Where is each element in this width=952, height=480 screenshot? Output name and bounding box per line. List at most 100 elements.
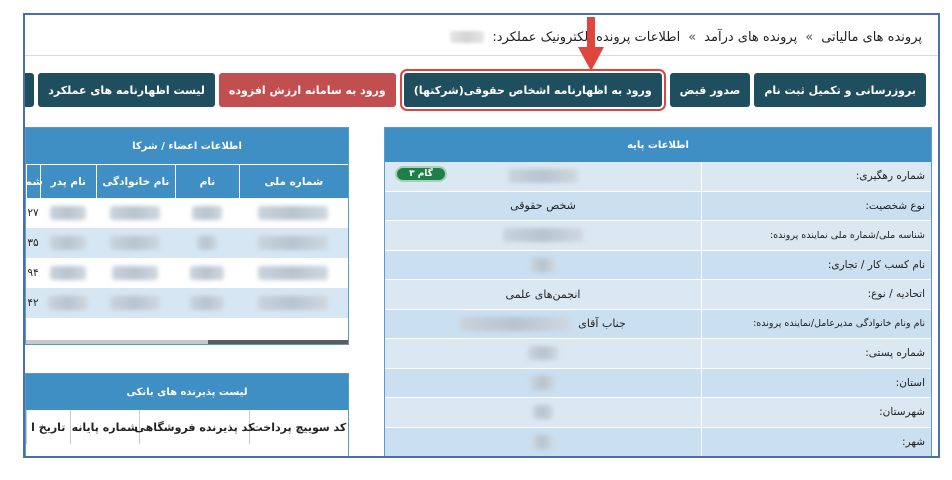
info-value: جناب آقای (385, 310, 701, 339)
cell-last-name (96, 198, 176, 228)
bank-acceptors-title: لیست پذیرنده های بانکی (26, 374, 348, 410)
table-row[interactable]: ۲۷ (26, 198, 348, 228)
redacted-value (533, 405, 553, 420)
base-info-rows: شماره رهگیری: نوع شخصیت: شخص حقوقی شناسه… (385, 162, 931, 457)
cell-father-name (40, 228, 96, 258)
redacted-value (258, 236, 329, 250)
redacted-value (49, 236, 86, 250)
cell-national-id (239, 198, 348, 228)
info-row-entity-type: نوع شخصیت: شخص حقوقی (385, 191, 931, 221)
cell-last-name (96, 228, 176, 258)
column-merchant-code[interactable]: کد پذیرنده فروشگاهی (135, 410, 254, 444)
info-row-national-id: شناسه ملی/شماره ملی نماینده پرونده: (385, 221, 931, 251)
info-row-province: استان: (385, 368, 931, 398)
performance-returns-list-button[interactable]: لیست اظهارنامه های عملکرد (38, 73, 215, 107)
redacted-value (191, 206, 222, 220)
breadcrumb-divider (25, 55, 938, 56)
base-info-title: اطلاعات پایه (385, 128, 931, 162)
members-table-body: ۲۷ ۳۵ ۹۴ ۴۲ (26, 198, 348, 318)
info-value (385, 398, 701, 427)
cell-first-name (175, 198, 239, 228)
breadcrumb-separator: » (688, 29, 697, 45)
redacted-value (508, 169, 578, 184)
column-father-name[interactable]: نام پدر (40, 165, 96, 198)
issue-receipt-button[interactable]: صدور قبض (669, 73, 751, 107)
breadcrumb-item-income-files[interactable]: پرونده های درآمد (704, 30, 797, 45)
info-row-postal-code: شماره پستی: (385, 339, 931, 369)
cell-last-name (96, 288, 176, 318)
column-date-truncated[interactable]: تاریخ ا (26, 410, 70, 444)
info-label: شماره پستی: (701, 339, 931, 368)
redacted-value (258, 206, 329, 220)
cell-first-name (175, 228, 239, 258)
screenshot-frame: پرونده های مالیاتی » پرونده های درآمد » … (23, 13, 940, 458)
redacted-value (533, 434, 553, 449)
redacted-value (49, 266, 86, 280)
enter-vat-system-button[interactable]: ورود به سامانه ارزش افزوده (218, 73, 396, 107)
info-label: شماره رهگیری: (701, 162, 931, 191)
cell-truncated: ۴۲ (27, 297, 39, 309)
table-row[interactable]: ۹۴ (26, 258, 348, 288)
action-toolbar: بروزرسانی و تکمیل ثبت نام صدور قبض ورود … (25, 69, 926, 111)
cell-father-name (40, 198, 96, 228)
horizontal-scrollbar[interactable] (26, 340, 348, 344)
update-registration-button[interactable]: بروزرسانی و تکمیل ثبت نام (754, 73, 926, 107)
cell-last-name (96, 258, 176, 288)
info-label: نام کسب کار / تجاری: (701, 250, 931, 279)
redacted-value (110, 296, 161, 310)
redacted-value (531, 257, 555, 272)
column-first-name[interactable]: نام (175, 165, 239, 198)
info-row-business-name: نام کسب کار / تجاری: (385, 250, 931, 280)
manager-name-prefix: جناب آقای (578, 317, 626, 331)
info-row-manager-name: نام ونام خانوادگی مدیرعامل/نماینده پروند… (385, 309, 931, 339)
step-badge: گام ۳ (395, 166, 447, 182)
redacted-value (110, 236, 161, 250)
table-row[interactable]: ۴۲ (26, 288, 348, 318)
breadcrumb-item-tax-files[interactable]: پرونده های مالیاتی (821, 30, 922, 45)
redacted-value (49, 206, 86, 220)
info-label: استان: (701, 368, 931, 397)
info-value (385, 339, 701, 368)
scrollbar-thumb[interactable] (208, 340, 348, 344)
redacted-value (47, 296, 88, 310)
redacted-value (196, 236, 217, 250)
table-row[interactable]: ۳۵ (26, 228, 348, 258)
column-terminal-number[interactable]: شماره پایانه (69, 410, 139, 444)
info-value: انجمن‌های علمی (505, 287, 581, 301)
bank-acceptors-panel: لیست پذیرنده های بانکی کد سوییچ پرداخت ک… (25, 373, 349, 456)
arrow-down-icon (578, 17, 604, 71)
redacted-value (189, 296, 224, 310)
redacted-value (460, 316, 571, 331)
members-table-header: شماره ملی نام نام خانوادگی نام پدر شم (26, 164, 348, 198)
redacted-value (112, 266, 159, 280)
members-panel: اطلاعات اعضاء / شرکا شماره ملی نام نام خ… (25, 127, 349, 345)
info-label: نام ونام خانوادگی مدیرعامل/نماینده پروند… (701, 309, 931, 338)
info-value (385, 221, 701, 250)
cell-first-name (175, 258, 239, 288)
bank-table-header: کد سوییچ پرداخت کد پذیرنده فروشگاهی شمار… (26, 410, 348, 444)
info-value (385, 251, 701, 280)
redacted-value (258, 296, 329, 310)
cell-national-id (239, 258, 348, 288)
cell-truncated: ۲۷ (27, 207, 39, 219)
info-row-union-type: اتحادیه / نوع: انجمن‌های علمی (385, 280, 931, 310)
cell-father-name (40, 288, 96, 318)
send-return-to-exchange-button[interactable]: ارسال اظهارنامه به بورس (25, 73, 35, 107)
info-row-city: شهر: (385, 427, 931, 457)
column-last-name[interactable]: نام خانوادگی (95, 165, 175, 198)
cell-national-id (239, 228, 348, 258)
info-value (385, 428, 701, 457)
cell-first-name (175, 288, 239, 318)
column-truncated[interactable]: شم (26, 165, 43, 198)
cell-truncated: ۹۴ (27, 267, 39, 279)
column-payment-switch-code[interactable]: کد سوییچ پرداخت (248, 410, 348, 444)
info-row-county: شهرستان: (385, 398, 931, 428)
breadcrumb-separator: » (805, 29, 814, 45)
cell-father-name (40, 258, 96, 288)
column-national-id[interactable]: شماره ملی (238, 165, 348, 198)
breadcrumb: پرونده های مالیاتی » پرونده های درآمد » … (450, 24, 922, 50)
cell-national-id (239, 288, 348, 318)
enter-legal-entity-return-button[interactable]: ورود به اظهارنامه اشخاص حقوقی(شرکتها) (399, 69, 666, 111)
members-title: اطلاعات اعضاء / شرکا (26, 128, 348, 164)
redacted-value (531, 375, 555, 390)
